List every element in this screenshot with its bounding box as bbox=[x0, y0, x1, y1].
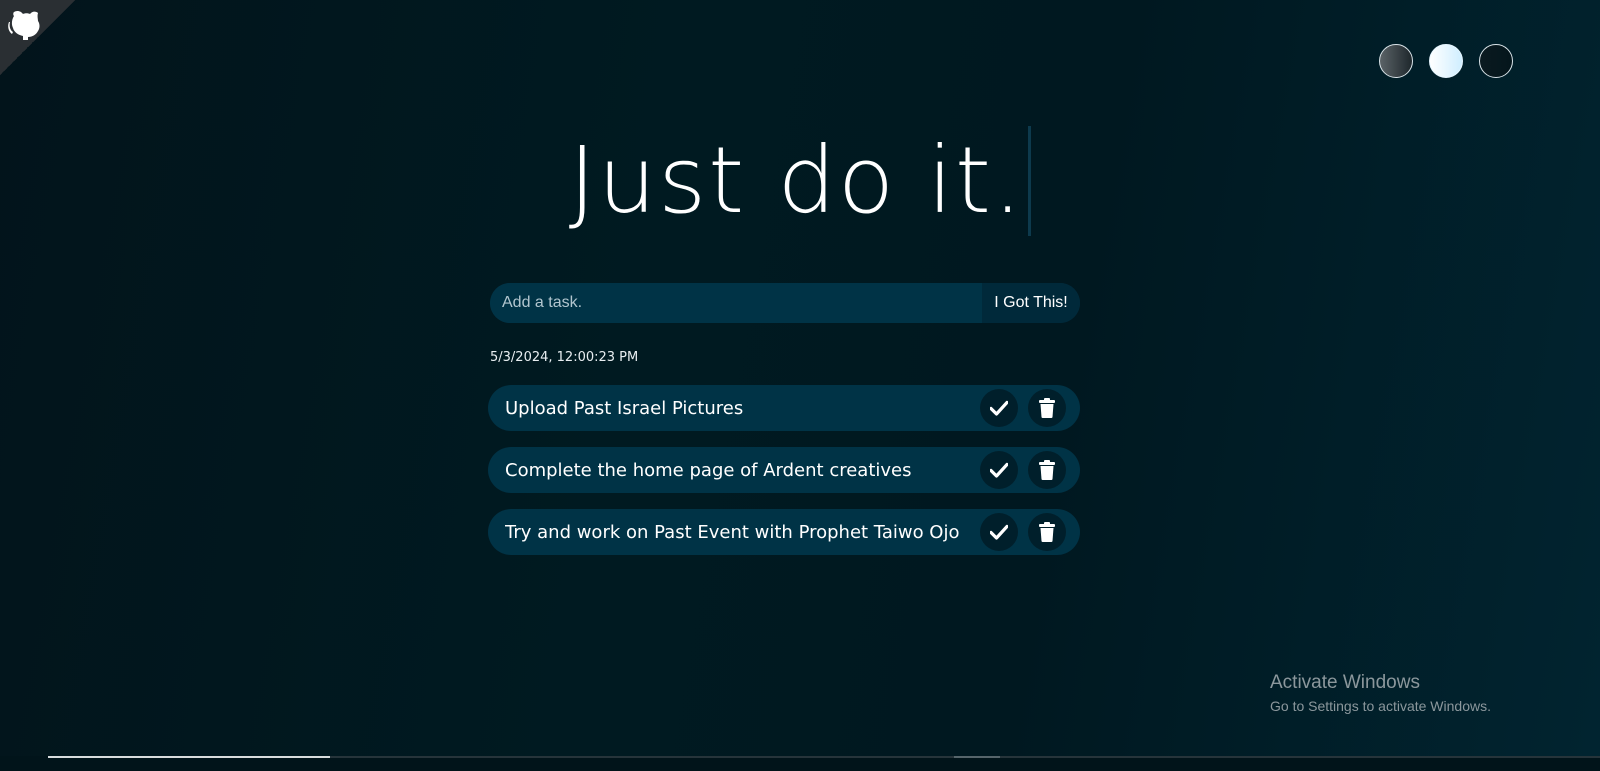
theme-switcher bbox=[1379, 44, 1513, 78]
task-text: Upload Past Israel Pictures bbox=[505, 397, 744, 419]
add-task-button[interactable]: I Got This! bbox=[982, 283, 1080, 323]
theme-light-button[interactable] bbox=[1429, 44, 1463, 78]
trash-icon bbox=[1039, 398, 1055, 418]
complete-task-button[interactable] bbox=[980, 451, 1018, 489]
typing-cursor bbox=[1028, 126, 1032, 236]
scrollbar-thumb[interactable] bbox=[48, 756, 330, 758]
watermark-subtitle: Go to Settings to activate Windows. bbox=[1270, 698, 1491, 714]
check-icon bbox=[990, 524, 1008, 540]
task-item: Complete the home page of Ardent creativ… bbox=[488, 447, 1080, 493]
watermark-title: Activate Windows bbox=[1270, 672, 1420, 693]
activation-watermark: Activate Windows Go to Settings to activ… bbox=[1270, 672, 1491, 714]
theme-standard-button[interactable] bbox=[1379, 44, 1413, 78]
bottom-scrollbar[interactable] bbox=[0, 756, 1600, 771]
add-task-form: I Got This! bbox=[490, 283, 1080, 323]
task-item: Try and work on Past Event with Prophet … bbox=[488, 509, 1080, 555]
task-actions bbox=[980, 451, 1066, 489]
github-corner[interactable] bbox=[0, 0, 75, 75]
trash-icon bbox=[1039, 522, 1055, 542]
cat-icon bbox=[8, 10, 40, 40]
delete-task-button[interactable] bbox=[1028, 389, 1066, 427]
scrollbar-track bbox=[330, 756, 954, 758]
task-text: Complete the home page of Ardent creativ… bbox=[505, 459, 912, 481]
task-actions bbox=[980, 389, 1066, 427]
task-actions bbox=[980, 513, 1066, 551]
theme-darker-button[interactable] bbox=[1479, 44, 1513, 78]
page-title-text: Just do it. bbox=[568, 127, 1025, 234]
task-input[interactable] bbox=[490, 283, 982, 323]
datetime-display: 5/3/2024, 12:00:23 PM bbox=[490, 350, 639, 365]
delete-task-button[interactable] bbox=[1028, 451, 1066, 489]
task-text: Try and work on Past Event with Prophet … bbox=[505, 521, 960, 543]
page-title: Just do it. bbox=[569, 126, 1032, 236]
task-item: Upload Past Israel Pictures bbox=[488, 385, 1080, 431]
complete-task-button[interactable] bbox=[980, 513, 1018, 551]
task-list: Upload Past Israel Pictures Complete the… bbox=[488, 385, 1080, 571]
complete-task-button[interactable] bbox=[980, 389, 1018, 427]
heading-container: Just do it. bbox=[0, 126, 1600, 236]
delete-task-button[interactable] bbox=[1028, 513, 1066, 551]
scrollbar-marker bbox=[954, 756, 1000, 758]
check-icon bbox=[990, 400, 1008, 416]
trash-icon bbox=[1039, 460, 1055, 480]
check-icon bbox=[990, 462, 1008, 478]
scrollbar-track bbox=[1000, 756, 1600, 758]
